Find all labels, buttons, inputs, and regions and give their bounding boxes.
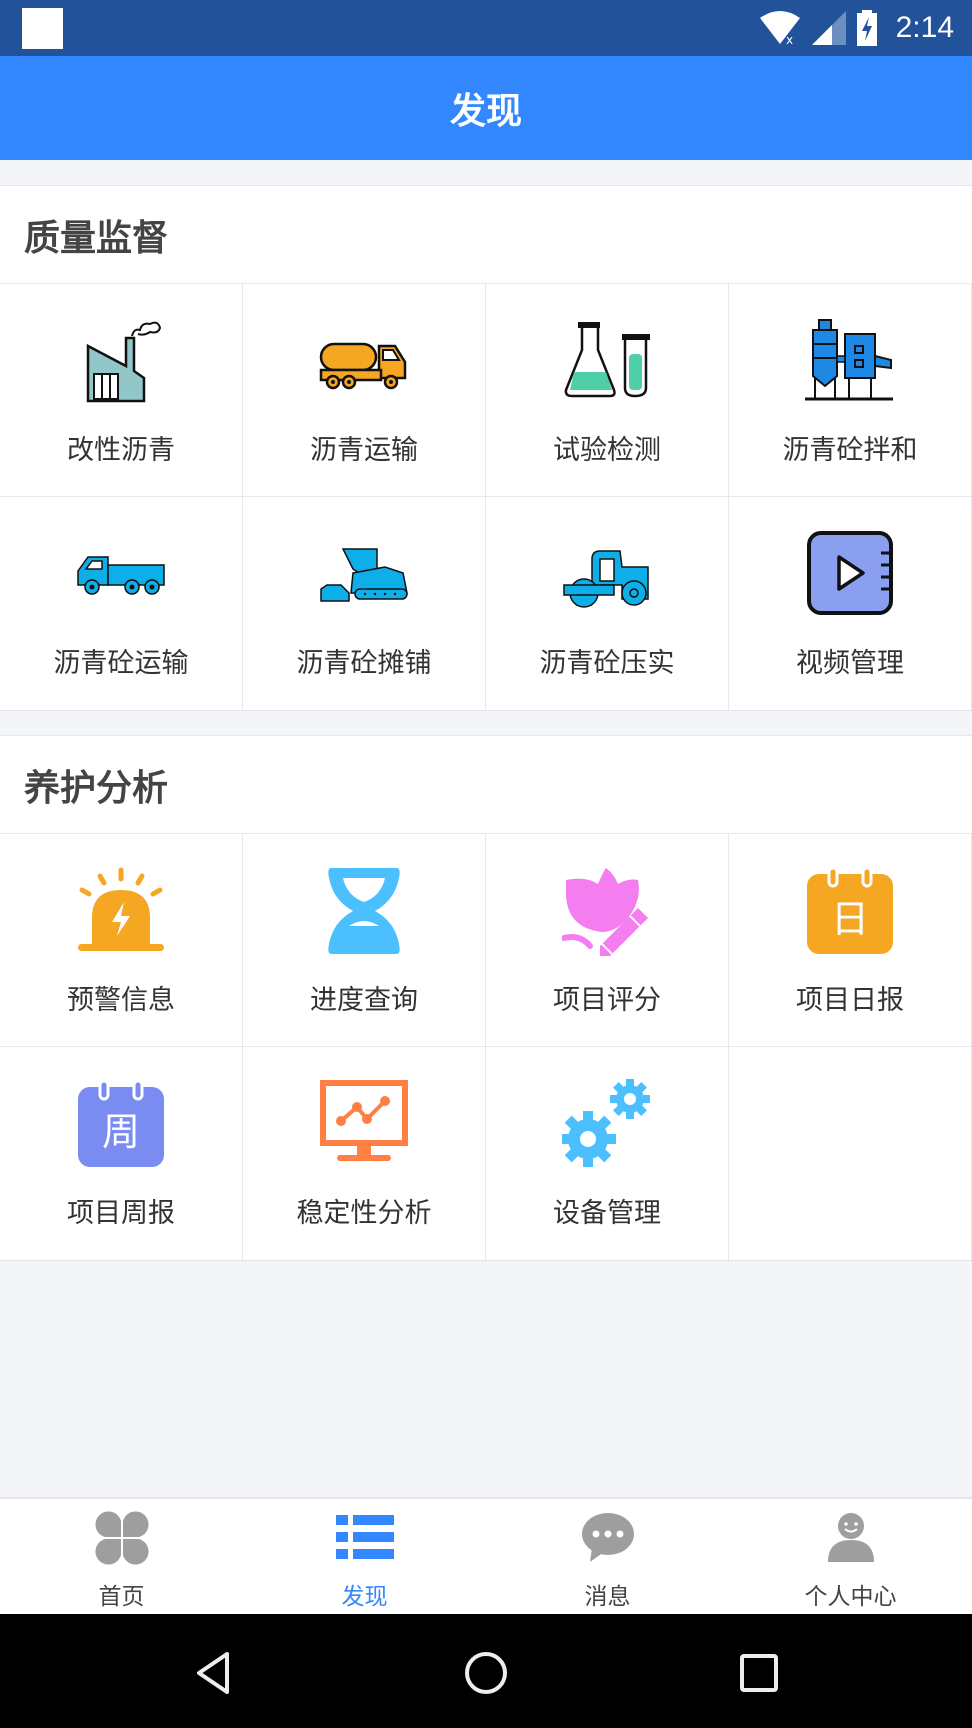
tab-home[interactable]: 首页 [0, 1499, 243, 1614]
bottom-nav: 首页 发现 消息 个人中心 [0, 1497, 972, 1614]
grid-item-label: 改性沥青 [67, 435, 175, 466]
grid-item-label: 项目周报 [67, 1198, 175, 1229]
tab-profile[interactable]: 个人中心 [729, 1499, 972, 1614]
grid-item-progress-query[interactable]: 进度查询 [243, 834, 486, 1047]
grid-item-concrete-transport[interactable]: 沥青砼运输 [0, 497, 243, 710]
alarm-light-icon [76, 866, 166, 956]
monitor-chart-icon [319, 1079, 409, 1169]
section-title: 质量监督 [0, 186, 972, 284]
lab-flask-icon [562, 316, 652, 406]
grid-item-warning-info[interactable]: 预警信息 [0, 834, 243, 1047]
grid-item-label: 沥青砼拌和 [782, 435, 918, 466]
clock: 2:14 [895, 11, 954, 44]
tab-label: 个人中心 [804, 1584, 897, 1610]
dump-truck-icon [76, 529, 166, 619]
tab-label: 消息 [584, 1584, 631, 1610]
video-icon [805, 529, 895, 619]
back-button[interactable] [188, 1648, 238, 1698]
grid-item-label: 视频管理 [796, 648, 904, 679]
battery-charging-icon [856, 10, 877, 46]
grid-item-label: 预警信息 [67, 985, 175, 1016]
weekly-calendar-icon: 周 [76, 1079, 166, 1169]
grid-item-concrete-compaction[interactable]: 沥青砼压实 [486, 497, 729, 710]
svg-text:周: 周 [102, 1110, 140, 1154]
flower-pencil-icon [562, 866, 652, 956]
grid-item-label: 设备管理 [553, 1198, 661, 1229]
grid-item-label: 试验检测 [553, 435, 661, 466]
grid-item-stability-analysis[interactable]: 稳定性分析 [243, 1047, 486, 1260]
gears-icon [562, 1079, 652, 1169]
page-title: 发现 [449, 91, 522, 132]
grid-item-label: 沥青运输 [310, 435, 418, 466]
daily-calendar-icon: 日 [805, 866, 895, 956]
grid-item-label: 沥青砼压实 [539, 648, 675, 679]
wifi-off-icon: x [759, 11, 800, 46]
person-icon [821, 1509, 881, 1567]
svg-text:日: 日 [831, 897, 869, 941]
grid-item-asphalt-mixing[interactable]: 沥青砼拌和 [729, 284, 972, 497]
tanker-truck-icon [319, 316, 409, 406]
grid-item-weekly-report[interactable]: 周 项目周报 [0, 1047, 243, 1260]
recents-icon [740, 1654, 778, 1692]
mixing-plant-icon [805, 316, 895, 406]
hourglass-icon [319, 866, 409, 956]
tab-discover[interactable]: 发现 [243, 1499, 486, 1614]
grid-item-daily-report[interactable]: 日 项目日报 [729, 834, 972, 1047]
paver-icon [319, 529, 409, 619]
grid-empty-cell [729, 1047, 972, 1260]
list-icon [335, 1509, 395, 1567]
grid-item-label: 沥青砼运输 [53, 648, 189, 679]
grid-item-lab-testing[interactable]: 试验检测 [486, 284, 729, 497]
section-maintenance-analysis: 养护分析 预警信息 进度查询 项目评分 日 项目日报 周 项目周报 稳定性分析 … [0, 735, 972, 1261]
grid-item-label: 项目评分 [553, 985, 661, 1016]
grid-item-label: 项目日报 [796, 985, 904, 1016]
grid-item-project-rating[interactable]: 项目评分 [486, 834, 729, 1047]
tab-label: 首页 [98, 1584, 145, 1610]
status-bar: x 2:14 [0, 0, 972, 56]
home-button[interactable] [461, 1648, 511, 1698]
system-nav-bar [0, 1614, 972, 1728]
clover-grid-icon [92, 1509, 152, 1567]
grid-item-modified-asphalt[interactable]: 改性沥青 [0, 284, 243, 497]
svg-text:x: x [786, 33, 793, 46]
grid-item-asphalt-transport[interactable]: 沥青运输 [243, 284, 486, 497]
app-bar: 发现 [0, 56, 972, 160]
grid-item-concrete-paving[interactable]: 沥青砼摊铺 [243, 497, 486, 710]
signal-icon [811, 11, 846, 45]
tab-messages[interactable]: 消息 [486, 1499, 729, 1614]
grid-item-label: 稳定性分析 [296, 1198, 432, 1229]
notification-icon [22, 8, 63, 49]
home-circle-icon [465, 1652, 507, 1694]
recents-button[interactable] [734, 1648, 784, 1698]
road-roller-icon [562, 529, 652, 619]
grid-item-equipment-management[interactable]: 设备管理 [486, 1047, 729, 1260]
tab-label: 发现 [341, 1584, 388, 1610]
chat-bubble-icon [578, 1509, 638, 1567]
grid-item-video-management[interactable]: 视频管理 [729, 497, 972, 710]
section-title: 养护分析 [0, 736, 972, 834]
factory-icon [76, 316, 166, 406]
grid-item-label: 沥青砼摊铺 [296, 648, 432, 679]
grid-item-label: 进度查询 [310, 985, 418, 1016]
section-quality-supervision: 质量监督 改性沥青 沥青运输 试验检测 沥青砼拌和 沥青砼运输 沥青砼摊铺 沥青… [0, 185, 972, 711]
back-icon [197, 1652, 229, 1694]
